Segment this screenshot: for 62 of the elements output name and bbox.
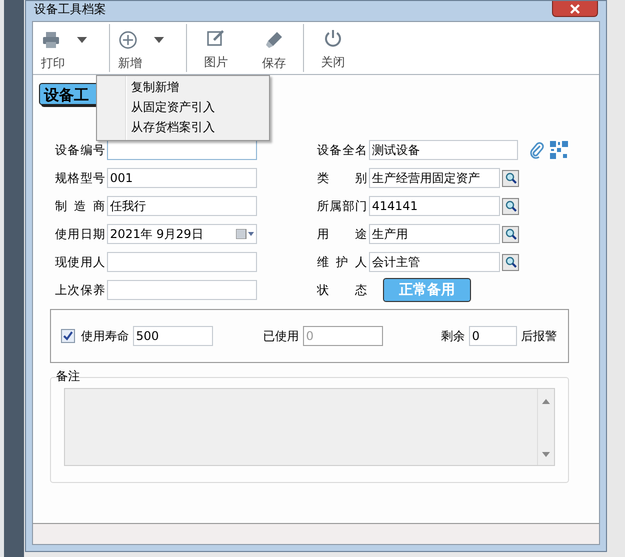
field-label: 设备全名 <box>317 142 367 158</box>
checkbox[interactable] <box>61 329 75 343</box>
input-field[interactable]: 001 <box>107 168 257 188</box>
input-field[interactable]: 500 <box>133 326 213 346</box>
input-field[interactable] <box>107 280 257 300</box>
lookup-field[interactable]: 生产经营用固定资产 <box>369 168 500 188</box>
qr-code-icon[interactable] <box>550 141 568 159</box>
lookup-button[interactable] <box>502 226 519 242</box>
used-label: 已使用 <box>263 328 299 344</box>
lookup-button[interactable] <box>502 254 519 270</box>
field-label: 状 态 <box>317 282 367 298</box>
input-field[interactable] <box>107 252 257 272</box>
magnifier-icon <box>504 172 516 184</box>
alarm-label: 后报警 <box>521 328 557 344</box>
lookup-field[interactable]: 会计主管 <box>369 252 500 272</box>
remaining-label: 剩余 <box>441 328 465 344</box>
lookup-button[interactable] <box>502 198 519 214</box>
field-label: 现使用人 <box>55 254 105 270</box>
calendar-icon <box>236 229 254 239</box>
input-field: 0 <box>303 326 383 346</box>
toolbar-button[interactable]: 打印 <box>33 24 109 72</box>
field-label: 类 别 <box>317 170 367 186</box>
notes-label: 备注 <box>56 369 80 383</box>
caret-icon <box>77 36 87 42</box>
toolbar-button[interactable]: 新增 <box>110 24 186 72</box>
magnifier-icon <box>504 228 516 240</box>
toolbar-button[interactable]: 保存 <box>245 24 303 72</box>
field-label: 维 护 人 <box>317 254 367 270</box>
toolbar-button[interactable]: 图片 <box>187 22 245 74</box>
close-button[interactable] <box>552 1 598 17</box>
input-field[interactable]: 任我行 <box>107 196 257 216</box>
input-field[interactable] <box>107 140 257 160</box>
close-icon <box>568 4 582 14</box>
paperclip-icon[interactable] <box>530 141 544 159</box>
life-label: 使用寿命 <box>81 328 129 344</box>
input-field[interactable]: 0 <box>469 326 517 346</box>
field-label: 上次保养 <box>55 282 105 298</box>
field-label: 所属部门 <box>317 198 367 214</box>
lookup-field[interactable]: 生产用 <box>369 224 500 244</box>
scroll-up-icon[interactable] <box>542 399 550 404</box>
caret-icon <box>154 36 164 42</box>
menu-item[interactable]: 从存货档案引入 <box>97 118 269 138</box>
toolbar-button[interactable]: 关闭 <box>304 22 362 74</box>
field-label: 设备编号 <box>55 142 105 158</box>
notes-field[interactable] <box>64 388 555 466</box>
field-label: 规格型号 <box>55 170 105 186</box>
window-title: 设备工具档案 <box>34 1 106 17</box>
input-field[interactable]: 测试设备 <box>369 140 518 160</box>
edit-icon <box>206 28 226 48</box>
field-label: 制 造 商 <box>55 198 105 214</box>
lookup-button[interactable] <box>502 170 519 186</box>
power-icon <box>323 28 343 48</box>
printer-icon <box>41 30 61 50</box>
field-label: 使用日期 <box>55 226 105 242</box>
magnifier-icon <box>504 200 516 212</box>
scroll-down-icon[interactable] <box>542 452 550 457</box>
field-label: 用 途 <box>317 226 367 242</box>
date-field[interactable]: 2021年 9月29日 <box>107 224 257 244</box>
magnifier-icon <box>504 256 516 268</box>
lookup-field[interactable]: 414141 <box>369 196 500 216</box>
plus-circle-icon <box>118 30 138 50</box>
marker-icon <box>264 30 284 50</box>
